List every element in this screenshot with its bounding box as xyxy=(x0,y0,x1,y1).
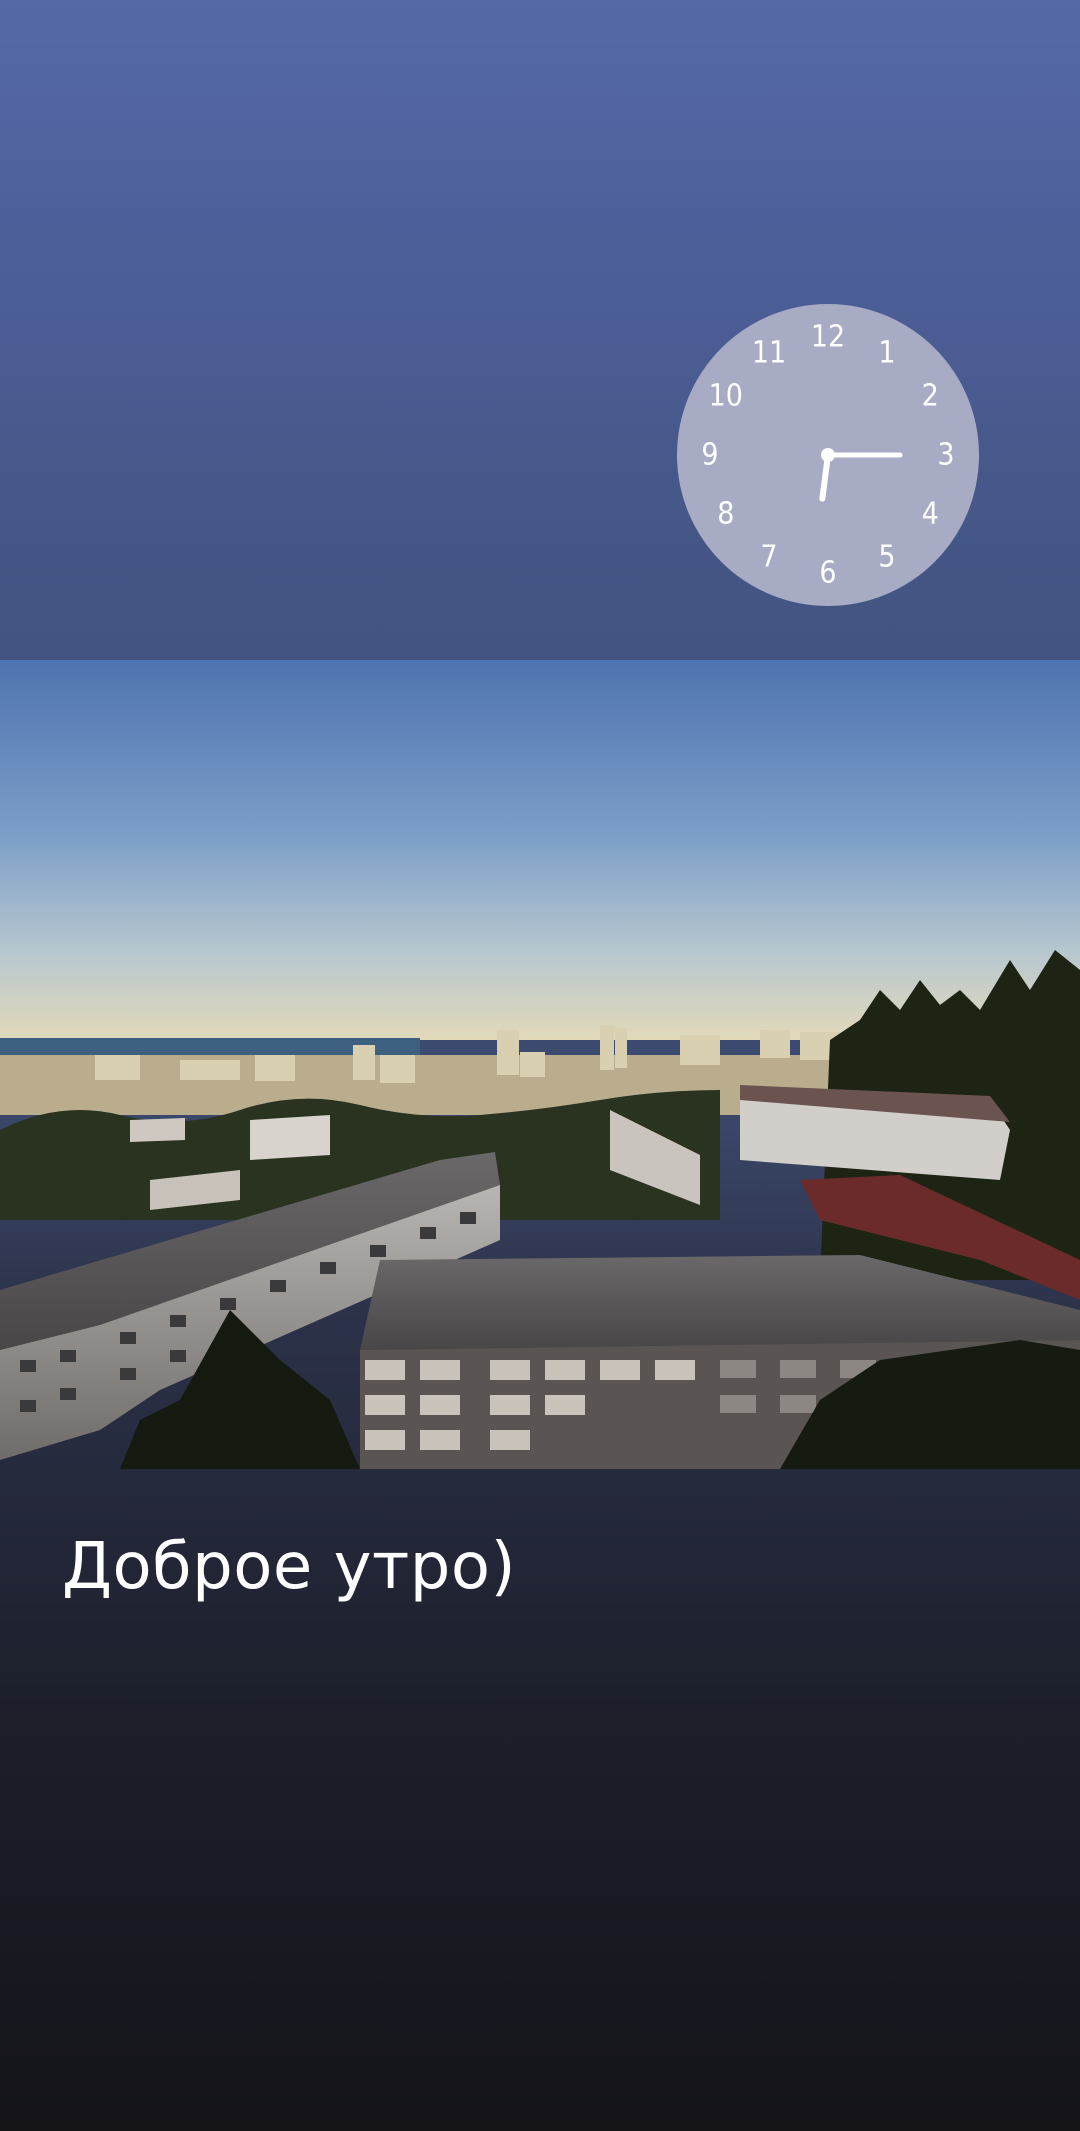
clock-face-icon: 12 12 3 45 6 78 9 10 11 xyxy=(677,304,979,606)
clock-number-7: 7 xyxy=(760,540,777,575)
clock-number-2: 2 xyxy=(922,379,939,414)
clock-number-9: 9 xyxy=(701,438,718,473)
clock-number-8: 8 xyxy=(717,497,734,532)
city-panorama-photo xyxy=(0,660,1080,1469)
clock-number-5: 5 xyxy=(878,540,895,575)
clock-number-12: 12 xyxy=(811,320,845,355)
clock-number-10: 10 xyxy=(709,379,743,414)
clock-number-6: 6 xyxy=(819,556,836,591)
city-panorama-icon xyxy=(0,660,1080,1469)
story-caption-text: Доброе утро) xyxy=(62,1530,517,1604)
analog-clock-widget[interactable]: 12 1 2 3 4 5 6 7 8 9 10 11 xyxy=(677,304,979,606)
clock-number-4: 4 xyxy=(922,497,939,532)
clock-center-pin xyxy=(821,448,835,462)
clock-number-11: 11 xyxy=(752,335,786,370)
clock-number-1: 1 xyxy=(878,335,895,370)
clock-number-3: 3 xyxy=(937,438,954,473)
